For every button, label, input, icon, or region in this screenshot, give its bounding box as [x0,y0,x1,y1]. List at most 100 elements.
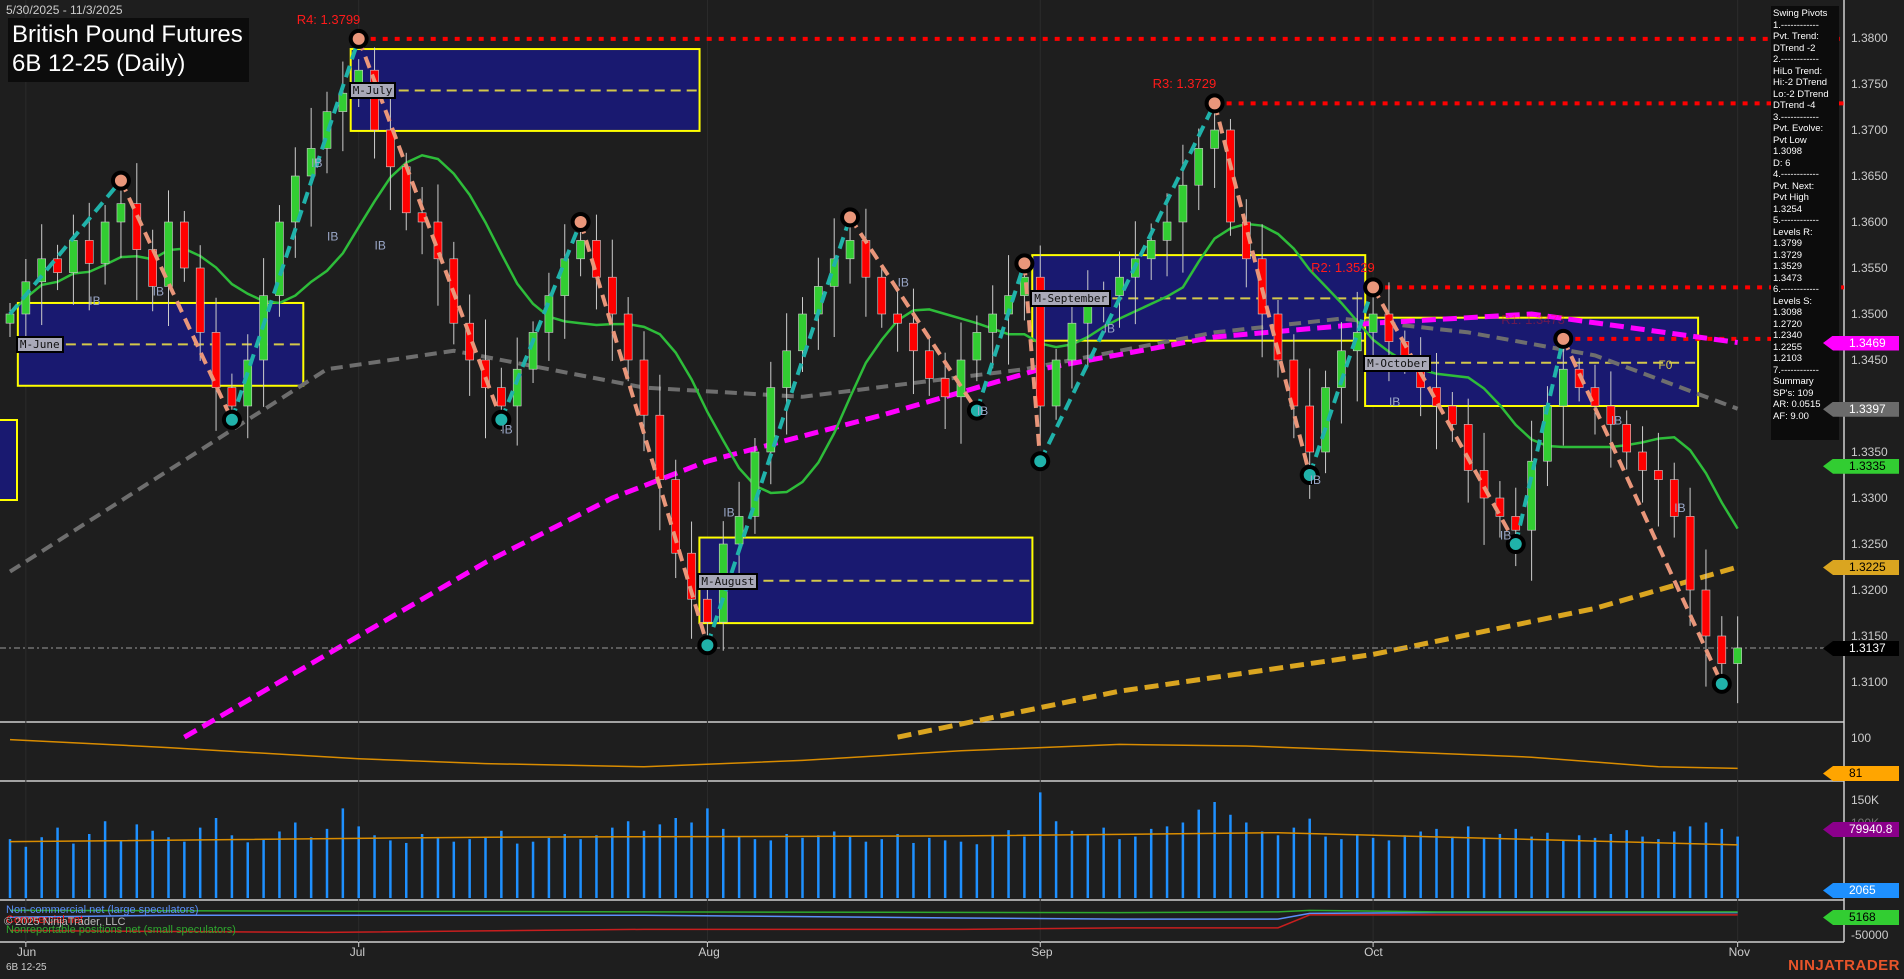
pivot-panel-line: Pvt High [1773,192,1837,204]
candle-down [1623,424,1631,452]
candle-down [85,240,93,263]
candle-down [656,415,664,479]
price-tag: 1.3335 [1823,459,1899,474]
candle-up [339,93,347,111]
candle-up [751,452,759,516]
level-label: R4: 1.3799 [297,12,361,27]
candle-up [1116,277,1124,295]
pivot-panel-line: Levels S: [1773,296,1837,308]
indicator-tick-label: 100 [1851,731,1871,745]
annotation-label: IB [375,239,386,253]
price-tick-label: 1.3200 [1851,583,1888,597]
annotation-label: IB [153,285,164,299]
pivot-panel-line: 1.3473 [1773,273,1837,285]
price-tick-label: 1.3450 [1851,353,1888,367]
pivot-panel-line: Pvt. Trend: [1773,31,1837,43]
swing-high-marker [842,209,858,225]
swing-high-marker [1365,279,1381,295]
candle-up [561,259,569,296]
candle-up [101,222,109,263]
candle-down [1654,470,1662,479]
ninjatrader-logo: NINJATRADER [1788,957,1900,974]
symbol-footer: 6B 12-25 [6,962,47,973]
swing-low-marker [1714,676,1730,692]
candle-up [735,516,743,544]
pivot-panel-line: 2.------------ [1773,54,1837,66]
price-tick-label: 1.3300 [1851,491,1888,505]
pivot-panel-line: 6.------------ [1773,284,1837,296]
pivot-panel-line: Pvt Low [1773,135,1837,147]
candle-up [6,314,14,323]
candle-down [180,222,188,268]
indicator-line [10,740,1738,769]
candle-down [925,351,933,379]
date-label: Jul [350,945,365,959]
pivot-panel-line: HiLo Trend: [1773,66,1837,78]
zone-label: M-September [1030,290,1111,307]
annotation-label: IB [898,275,909,289]
candle-down [941,378,949,396]
candle-up [69,240,77,272]
level-label: R1: 1.3473 [1501,312,1565,327]
swing-pivots-panel: Swing Pivots1.------------Pvt. Trend:DTr… [1771,6,1839,440]
swing-low-marker [1032,453,1048,469]
candle-down [1226,130,1234,222]
candle-up [1734,648,1742,664]
candle-up [577,240,585,258]
pivot-panel-line: 1.3254 [1773,204,1837,216]
candle-up [1147,240,1155,258]
candle-down [624,314,632,360]
pivot-panel-line: DTrend -4 [1773,100,1837,112]
price-tick-label: 1.3150 [1851,629,1888,643]
swing-high-marker [113,173,129,189]
annotation-label: IB [1389,395,1400,409]
candle-down [1591,388,1599,406]
candle-down [1718,636,1726,664]
candle-up [1369,314,1377,332]
candle-up [799,314,807,351]
swing-high-marker [1555,331,1571,347]
candle-up [1211,130,1219,148]
pivot-panel-line: DTrend -2 [1773,43,1837,55]
annotation-label: IB [89,294,100,308]
pivot-panel-line: 5.------------ [1773,215,1837,227]
candle-up [1084,305,1092,323]
pivot-panel-line: 1.3098 [1773,307,1837,319]
annotation-label: IB [723,505,734,519]
cot-nonreportable-line [10,910,1738,912]
annotation-label: IB [1310,473,1321,487]
candle-up [1052,360,1060,406]
candle-down [1258,259,1266,314]
indicator-tag: 81 [1823,766,1899,781]
swing-low-marker [224,412,240,428]
price-tick-label: 1.3600 [1851,215,1888,229]
price-chart[interactable]: IBIBIBIBIBIBIBIBIBIBIBIBIBIBIBF0 [0,0,1904,979]
candle-down [54,259,62,273]
pivot-panel-line: 1.3529 [1773,261,1837,273]
pivot-panel-line: Levels R: [1773,227,1837,239]
annotation-label: IB [977,404,988,418]
candle-down [1686,516,1694,590]
cot-tag: 5168 [1823,910,1899,925]
candle-up [1163,222,1171,240]
date-label: Sep [1031,945,1052,959]
zone-box-partial [0,420,17,500]
annotation-label: IB [1104,321,1115,335]
pivot-panel-line: 1.2103 [1773,353,1837,365]
price-tag: 1.3137 [1823,641,1899,656]
annotation-label: IB [311,156,322,170]
zone-label: M-July [349,82,397,99]
candle-down [608,277,616,314]
price-tag: 1.3397 [1823,402,1899,417]
cot-tick-label: -50000 [1851,928,1888,942]
candle-down [703,599,711,622]
price-tick-label: 1.3500 [1851,307,1888,321]
pivot-panel-line: Hi:-2 DTrend [1773,77,1837,89]
pivot-panel-line: Pvt. Next: [1773,181,1837,193]
candle-down [894,314,902,323]
level-label: R2: 1.3529 [1311,260,1375,275]
candle-down [497,388,505,406]
swing-up-leg [977,263,1025,410]
pivot-panel-line: 1.3729 [1773,250,1837,262]
pivot-panel-line: Swing Pivots [1773,8,1837,20]
